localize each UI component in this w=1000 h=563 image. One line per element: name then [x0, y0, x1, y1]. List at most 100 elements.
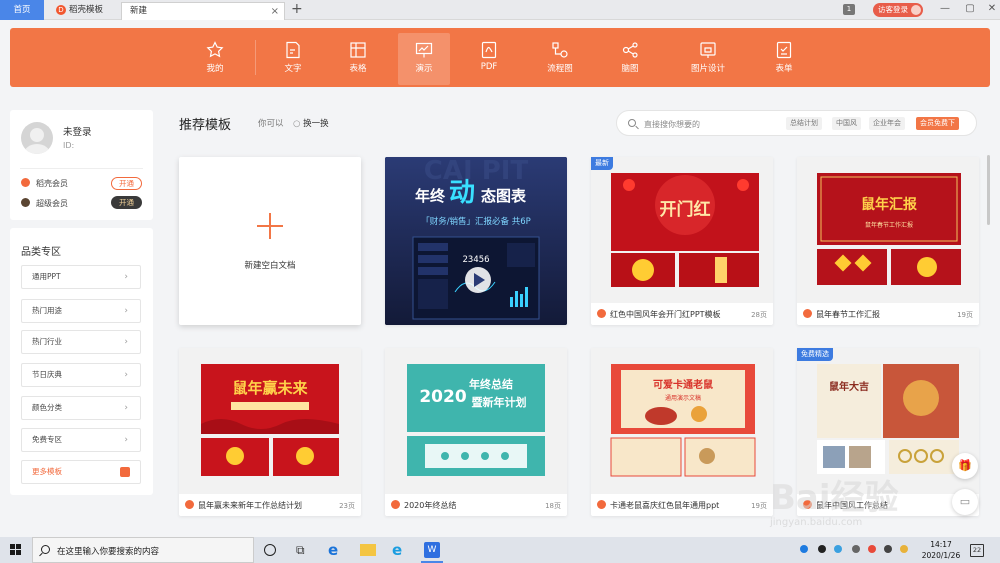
tab-daoke-label: 稻壳模板	[69, 5, 104, 15]
tray-icon[interactable]	[868, 545, 876, 553]
avatar[interactable]	[21, 122, 53, 154]
nav-form[interactable]: 表单	[758, 33, 810, 85]
category-item[interactable]: 通用PPT ›	[21, 265, 141, 289]
section-title: 推荐模板	[179, 118, 232, 133]
category-item[interactable]: 免费专区 ›	[21, 428, 141, 452]
search-tag[interactable]: 中国风	[832, 117, 861, 130]
tray-icon[interactable]	[884, 545, 892, 553]
template-card[interactable]: 2020 年终总结 暨新年计划 2020年终总结 18页	[385, 348, 567, 516]
nav-divider	[255, 40, 256, 75]
template-pages: 28页	[751, 311, 767, 319]
featured-subtitle: 「财务/销售」汇报必备 共6P	[421, 216, 531, 227]
more-templates-label: 更多模板	[32, 467, 62, 476]
template-card[interactable]: 开门红 最新 红色中国风年会开门红PPT模板 28页	[591, 157, 773, 325]
open-super-member-button[interactable]: 开通	[111, 196, 142, 209]
new-tab-button[interactable]: +	[291, 1, 303, 17]
visitor-login-button[interactable]: 访客登录	[873, 3, 923, 17]
cortana-icon[interactable]	[264, 544, 276, 556]
tray-icon[interactable]	[800, 545, 808, 553]
chevron-right-icon: ›	[124, 272, 128, 282]
category-item[interactable]: 热门行业 ›	[21, 330, 141, 354]
more-templates-button[interactable]: 更多模板	[21, 460, 141, 484]
featured-title-a: 年终	[415, 187, 446, 205]
nav-mindmap[interactable]: 脑图	[604, 33, 656, 85]
thumbnail-text: 鼠年赢未来	[232, 379, 308, 397]
scrollbar[interactable]	[987, 155, 990, 225]
category-item[interactable]: 颜色分类 ›	[21, 396, 141, 420]
template-pages: 19页	[751, 502, 767, 510]
search-tag[interactable]: 总结计划	[786, 117, 822, 130]
vip-free-tag[interactable]: 会员免费下	[916, 117, 959, 130]
tab-home[interactable]: 首页	[0, 0, 44, 20]
featured-template-card[interactable]: CAI PIT 年终 动 态图表 「财务/销售」汇报必备 共6P 23456	[385, 157, 567, 325]
template-card[interactable]: 鼠年汇报 鼠年春节工作汇报 鼠年春节工作汇报 19页	[797, 157, 979, 325]
windows-start-icon[interactable]	[10, 544, 22, 556]
category-item[interactable]: 节日庆典 ›	[21, 363, 141, 387]
template-thumbnail: 鼠年赢未来	[179, 348, 361, 494]
template-thumbnail: 可爱卡通老鼠 通用演示文稿	[591, 348, 773, 494]
tray-icon[interactable]	[900, 545, 908, 553]
close-tab-icon[interactable]: ×	[271, 3, 279, 20]
mindmap-icon	[622, 42, 638, 58]
system-clock[interactable]: 14:17 2020/1/26	[918, 539, 964, 561]
taskbar-search[interactable]: 在这里输入你要搜索的内容	[32, 537, 254, 563]
plus-icon	[269, 213, 271, 239]
tray-icon[interactable]	[852, 545, 860, 553]
edge-icon[interactable]: e	[328, 542, 344, 558]
daoke-membership: 稻壳会员	[21, 178, 68, 189]
task-view-icon[interactable]: ⧉	[296, 542, 312, 558]
minimize-button[interactable]: —	[937, 2, 953, 16]
template-card[interactable]: 可爱卡通老鼠 通用演示文稿 卡通老鼠喜庆红色鼠年通用ppt 19页	[591, 348, 773, 516]
close-window-button[interactable]: ✕	[984, 2, 1000, 16]
new-blank-document-card[interactable]: 新建空白文档	[179, 157, 361, 325]
featured-number: 23456	[462, 255, 489, 265]
file-explorer-icon[interactable]	[360, 544, 376, 556]
template-type-icon	[391, 500, 400, 509]
nav-pdf[interactable]: PDF	[463, 33, 515, 85]
doc-icon	[286, 41, 300, 59]
template-type-icon	[597, 500, 606, 509]
template-pages: 19页	[957, 311, 973, 319]
nav-flowchart[interactable]: 流程图	[534, 33, 586, 85]
tray-icon[interactable]	[834, 545, 842, 553]
window-count-badge[interactable]: 1	[843, 4, 855, 15]
category-item-label: 热门行业	[32, 337, 62, 346]
template-type-icon	[597, 309, 606, 318]
user-name[interactable]: 未登录	[63, 124, 92, 138]
template-search[interactable]: 直接搜你想要的 总结计划 中国风 企业年会 会员免费下	[616, 110, 977, 136]
refresh-button[interactable]: ○ 换一换	[293, 117, 329, 129]
qq-icon[interactable]	[818, 545, 826, 553]
featured-template-thumbnail: CAI PIT 年终 动 态图表 「财务/销售」汇报必备 共6P 23456	[385, 157, 567, 325]
chevron-right-icon: ›	[124, 337, 128, 347]
taskbar-search-input[interactable]: 在这里输入你要搜索的内容	[57, 545, 159, 557]
nav-mine[interactable]: 我的	[189, 33, 241, 85]
notification-center-icon[interactable]: 22	[970, 544, 984, 557]
tab-daoke-templates[interactable]: D 稻壳模板	[48, 2, 118, 20]
nav-presentation[interactable]: 演示	[398, 33, 450, 85]
clock-date: 2020/1/26	[921, 551, 961, 560]
category-item[interactable]: 热门用途 ›	[21, 299, 141, 323]
wps-icon[interactable]: W	[424, 542, 440, 558]
super-membership: 超级会员	[21, 198, 68, 209]
chevron-right-icon: ›	[124, 435, 128, 445]
category-item-label: 颜色分类	[32, 403, 62, 412]
nav-writer[interactable]: 文字	[267, 33, 319, 85]
search-tag[interactable]: 企业年会	[869, 117, 905, 130]
open-daoke-member-button[interactable]: 开通	[111, 177, 142, 190]
watermark: Bai经验 jingyan.baidu.com	[770, 470, 990, 540]
user-card: 未登录 ID: 稻壳会员 开通 超级会员 开通	[10, 110, 153, 220]
image-design-icon	[700, 42, 716, 58]
template-title: 红色中国风年会开门红PPT模板	[597, 309, 721, 320]
search-input[interactable]: 直接搜你想要的	[644, 119, 700, 130]
template-card[interactable]: 鼠年赢未来 鼠年赢未来新年工作总结计划 23页	[179, 348, 361, 516]
tab-new[interactable]: 新建 ×	[121, 2, 285, 20]
presentation-icon	[415, 42, 433, 58]
maximize-button[interactable]: ▢	[962, 2, 978, 16]
template-pages: 18页	[545, 502, 561, 510]
watermark-text: Bai经验	[770, 478, 899, 518]
ie-icon[interactable]: e	[392, 542, 408, 558]
category-item-label: 热门用途	[32, 306, 62, 315]
nav-sheet[interactable]: 表格	[332, 33, 384, 85]
template-title: 2020年终总结	[391, 500, 456, 511]
nav-image-design[interactable]: 图片设计	[682, 33, 734, 85]
